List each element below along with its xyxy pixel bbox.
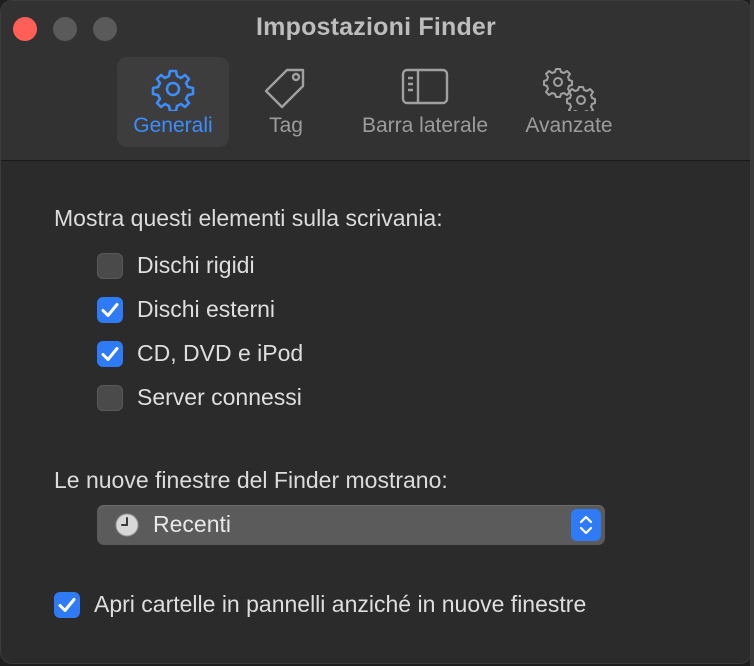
checkbox-label: Dischi rigidi	[137, 252, 255, 278]
new-window-target-popup[interactable]: Recenti	[97, 505, 605, 545]
checkbox-label: CD, DVD e iPod	[137, 340, 304, 366]
checkmark-icon	[58, 597, 76, 612]
tab-label: Avanzate	[525, 114, 613, 137]
gear-icon	[151, 67, 195, 117]
checkbox-row-dischi-rigidi[interactable]: Dischi rigidi	[97, 252, 255, 279]
popup-selected-value: Recenti	[153, 511, 231, 537]
checkbox-label: Dischi esterni	[137, 296, 276, 322]
gears-icon	[541, 67, 597, 117]
cd-dvd-ipod-checkbox[interactable]	[97, 340, 123, 367]
tab-label: Tag	[269, 114, 303, 137]
checkbox-label: Server connessi	[137, 384, 302, 410]
window-title: Impostazioni Finder	[256, 13, 496, 41]
checkbox-label: Apri cartelle in pannelli anziché in nuo…	[94, 591, 587, 617]
checkmark-icon	[101, 302, 119, 317]
title-toolbar: Impostazioni Finder Generali Tag Barra l…	[1, 1, 751, 161]
checkbox-row-server-connessi[interactable]: Server connessi	[97, 384, 302, 411]
window-edge	[750, 0, 754, 666]
sidebar-icon	[401, 67, 449, 113]
new-windows-heading: Le nuove finestre del Finder mostrano:	[54, 467, 448, 493]
tab-barra-laterale[interactable]: Barra laterale	[347, 57, 503, 147]
tab-generali[interactable]: Generali	[117, 57, 229, 147]
checkbox-row-open-in-tabs[interactable]: Apri cartelle in pannelli anziché in nuo…	[54, 591, 586, 618]
checkbox-row-cd-dvd-ipod[interactable]: CD, DVD e iPod	[97, 340, 303, 367]
tab-tag[interactable]: Tag	[241, 57, 331, 147]
dischi-rigidi-checkbox[interactable]	[97, 252, 123, 279]
chevron-up-down-icon	[571, 509, 601, 541]
dischi-esterni-checkbox[interactable]	[97, 296, 123, 323]
server-connessi-checkbox[interactable]	[97, 384, 123, 411]
checkbox-row-dischi-esterni[interactable]: Dischi esterni	[97, 296, 275, 323]
finder-settings-window: Impostazioni Finder Generali Tag Barra l…	[0, 0, 752, 664]
desktop-items-heading: Mostra questi elementi sulla scrivania:	[54, 205, 443, 231]
tab-avanzate[interactable]: Avanzate	[515, 57, 623, 147]
tab-label: Barra laterale	[361, 114, 489, 137]
tag-icon	[263, 67, 309, 117]
open-in-tabs-checkbox[interactable]	[54, 591, 80, 618]
clock-icon	[115, 513, 139, 542]
checkmark-icon	[101, 346, 119, 361]
tab-label: Generali	[133, 114, 213, 137]
